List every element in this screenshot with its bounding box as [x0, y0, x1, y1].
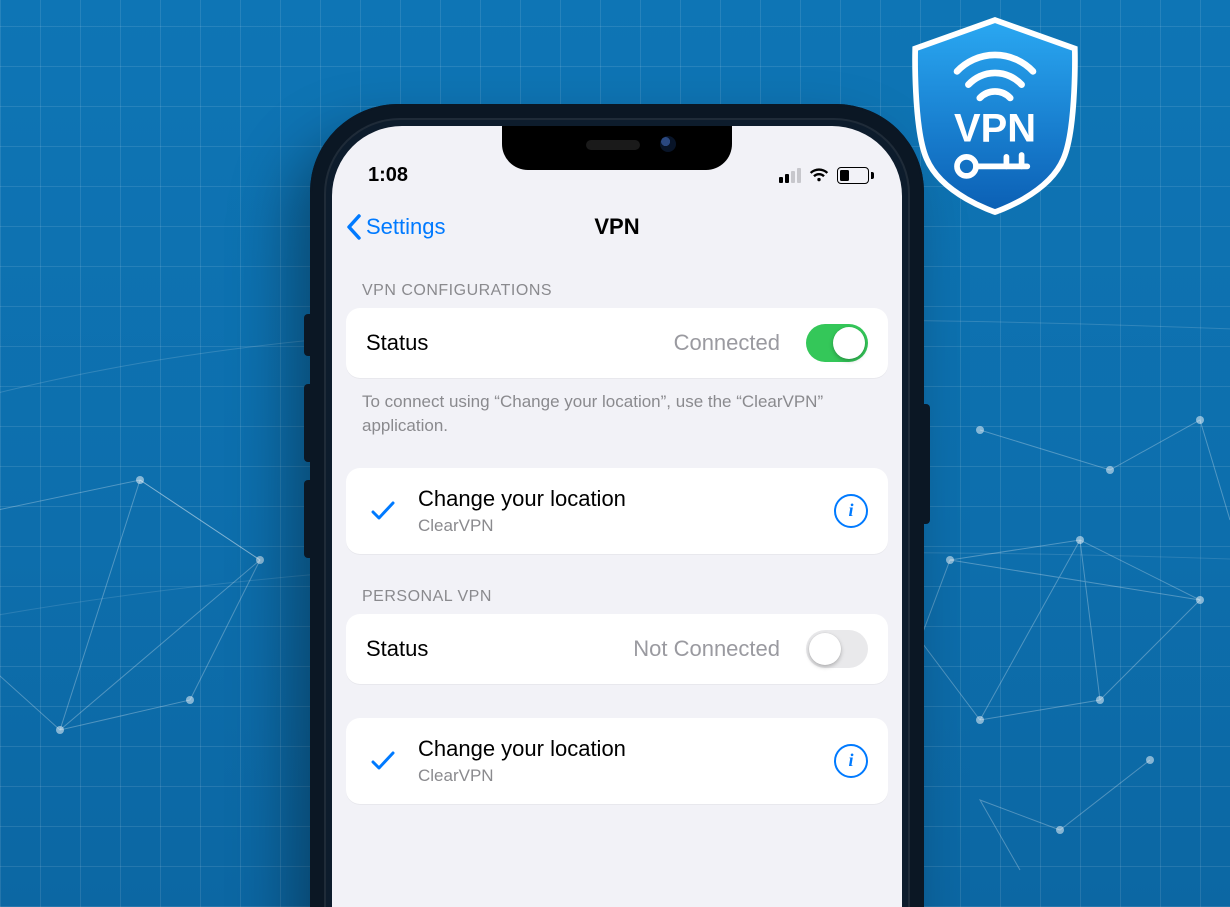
- status-row-config[interactable]: Status Connected: [346, 308, 888, 378]
- page-title: VPN: [594, 214, 639, 240]
- chevron-left-icon: [346, 214, 362, 240]
- mute-switch: [304, 314, 312, 356]
- back-button[interactable]: Settings: [346, 214, 446, 240]
- status-value: Connected: [674, 330, 780, 356]
- status-label: Status: [366, 330, 428, 356]
- status-toggle-config[interactable]: [806, 324, 868, 362]
- checkmark-icon: [366, 750, 400, 772]
- status-card-personal: Status Not Connected: [346, 614, 888, 684]
- side-button: [922, 404, 930, 524]
- status-row-personal[interactable]: Status Not Connected: [346, 614, 888, 684]
- status-label: Status: [366, 636, 428, 662]
- back-label: Settings: [366, 214, 446, 240]
- status-card-config: Status Connected: [346, 308, 888, 378]
- section-footer-config: To connect using “Change your location”,…: [332, 378, 902, 468]
- volume-down-button: [304, 480, 312, 558]
- vpn-config-item: Change your location ClearVPN i: [346, 468, 888, 554]
- status-toggle-personal[interactable]: [806, 630, 868, 668]
- badge-label: VPN: [954, 107, 1036, 151]
- settings-content: VPN CONFIGURATIONS Status Connected To c…: [332, 256, 902, 907]
- wifi-icon: [809, 167, 829, 183]
- volume-up-button: [304, 384, 312, 462]
- cellular-signal-icon: [779, 167, 801, 183]
- list-item-subtitle: ClearVPN: [418, 516, 816, 536]
- nav-bar: Settings VPN: [332, 202, 902, 252]
- info-button[interactable]: i: [834, 494, 868, 528]
- phone-notch: [502, 126, 732, 170]
- phone-frame: 1:08: [310, 104, 924, 907]
- phone-screen: 1:08: [332, 126, 902, 907]
- section-header-vpn-configurations: VPN CONFIGURATIONS: [332, 282, 902, 308]
- list-item-title: Change your location: [418, 486, 816, 512]
- checkmark-icon: [366, 500, 400, 522]
- vpn-shield-badge: VPN: [900, 14, 1090, 219]
- list-item[interactable]: Change your location ClearVPN i: [346, 468, 888, 554]
- info-button[interactable]: i: [834, 744, 868, 778]
- section-header-personal-vpn: PERSONAL VPN: [332, 588, 902, 614]
- status-time: 1:08: [368, 164, 408, 187]
- illustration-background: VPN 1:08: [0, 0, 1230, 907]
- list-item-title: Change your location: [418, 736, 816, 762]
- list-item[interactable]: Change your location ClearVPN i: [346, 718, 888, 804]
- personal-vpn-item: Change your location ClearVPN i: [346, 718, 888, 804]
- status-value: Not Connected: [633, 636, 780, 662]
- list-item-subtitle: ClearVPN: [418, 766, 816, 786]
- battery-icon: [837, 167, 874, 184]
